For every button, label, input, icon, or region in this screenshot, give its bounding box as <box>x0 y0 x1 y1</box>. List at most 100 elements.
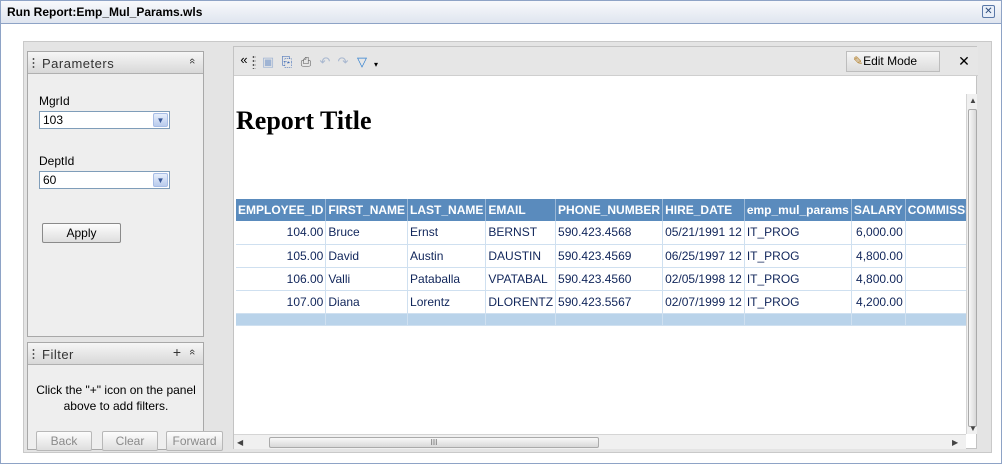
table-cell: VPATABAL <box>485 267 557 291</box>
table-cell: 590.423.4569 <box>555 244 664 268</box>
table-cell <box>905 267 967 291</box>
filter-icon[interactable]: ▽ <box>354 54 370 70</box>
table-cell: 02/07/1999 12 <box>662 290 745 314</box>
table-row: 104.00 Bruce Ernst BERNST 590.423.4568 0… <box>236 221 967 245</box>
collapse-panel-icon[interactable]: « <box>236 52 252 68</box>
table-row: 107.00 Diana Lorentz DLORENTZ 590.423.55… <box>236 290 967 314</box>
parameters-panel-title: Parameters <box>42 56 115 71</box>
table-cell: David <box>325 244 409 268</box>
edit-mode-label: Edit Mode <box>863 54 918 68</box>
table-header-row: EMPLOYEE_ID FIRST_NAME LAST_NAME EMAIL P… <box>236 199 967 221</box>
filter-panel: Filter + « Click the "+" icon on the pan… <box>27 342 223 451</box>
report-area: « ▣ ⎘ ⎙ ↶ ↷ ▽ ▾ ✎Edit Mode ✕ Report Titl… <box>233 46 978 449</box>
filter-hint: Click the "+" icon on the panel above to… <box>36 383 196 413</box>
window-titlebar: Run Report:Emp_Mul_Params.wls ✕ <box>0 0 1002 24</box>
filter-panel-title: Filter <box>42 347 74 362</box>
column-header[interactable]: LAST_NAME <box>407 199 487 221</box>
column-header[interactable]: EMAIL <box>485 199 557 221</box>
table-row: 105.00 David Austin DAUSTIN 590.423.4569… <box>236 244 967 268</box>
table-cell: IT_PROG <box>744 244 852 268</box>
table-cell: 107.00 <box>236 290 327 314</box>
export-icon[interactable]: ⎘ <box>279 54 295 70</box>
table-cell: 590.423.4568 <box>555 221 664 245</box>
table-cell: BERNST <box>485 221 557 245</box>
table-cell: Lorentz <box>407 290 487 314</box>
table-cell: Pataballa <box>407 267 487 291</box>
edit-mode-button[interactable]: ✎Edit Mode <box>846 51 940 72</box>
scroll-up-icon[interactable]: ▲ <box>969 96 977 105</box>
scroll-left-icon[interactable]: ◀ <box>237 438 243 447</box>
undo-icon[interactable]: ↶ <box>317 54 333 70</box>
table-cell <box>905 244 967 268</box>
column-header[interactable]: SALARY <box>851 199 906 221</box>
mgrid-value: 103 <box>43 113 64 127</box>
report-toolbar: « ▣ ⎘ ⎙ ↶ ↷ ▽ ▾ ✎Edit Mode ✕ <box>234 47 978 76</box>
column-header[interactable]: PHONE_NUMBER <box>555 199 664 221</box>
column-header[interactable]: emp_mul_params <box>744 199 852 221</box>
summary-row <box>236 313 967 326</box>
column-header[interactable]: COMMISSION <box>905 199 967 221</box>
table-cell: 106.00 <box>236 267 327 291</box>
table-cell: IT_PROG <box>744 221 852 245</box>
table-cell: Ernst <box>407 221 487 245</box>
chevron-down-icon[interactable]: ▼ <box>153 173 168 187</box>
table-cell: 590.423.5567 <box>555 290 664 314</box>
deptid-select[interactable]: 60 ▼ <box>39 171 170 189</box>
scroll-right-icon[interactable]: ▶ <box>952 438 958 447</box>
column-header[interactable]: EMPLOYEE_ID <box>236 199 327 221</box>
clear-button[interactable]: Clear <box>102 431 158 451</box>
deptid-value: 60 <box>43 173 57 187</box>
parameters-panel-header: Parameters « <box>28 52 203 74</box>
drag-grip-icon[interactable] <box>32 348 35 360</box>
vertical-scrollbar[interactable]: ▲ ▼ <box>966 94 977 434</box>
drag-grip-icon[interactable] <box>32 57 35 69</box>
print-icon[interactable]: ⎙ <box>298 54 314 70</box>
save-icon[interactable]: ▣ <box>260 54 276 70</box>
add-filter-icon[interactable]: + <box>173 344 181 360</box>
scroll-down-icon[interactable]: ▼ <box>969 424 977 433</box>
redo-icon[interactable]: ↷ <box>335 54 351 70</box>
vertical-scroll-thumb[interactable] <box>968 109 977 427</box>
deptid-label: DeptId <box>39 154 75 168</box>
back-button[interactable]: Back <box>36 431 92 451</box>
table-cell: 105.00 <box>236 244 327 268</box>
table-cell: Austin <box>407 244 487 268</box>
parameters-panel: Parameters « MgrId 103 ▼ DeptId 60 ▼ App… <box>27 51 204 337</box>
horizontal-scroll-thumb[interactable]: III <box>269 437 599 448</box>
table-cell: Diana <box>325 290 409 314</box>
table-cell <box>905 221 967 245</box>
table-cell: DLORENTZ <box>485 290 557 314</box>
horizontal-scrollbar[interactable]: ◀ III ▶ <box>234 434 966 449</box>
pencil-icon: ✎ <box>853 54 864 68</box>
apply-button[interactable]: Apply <box>42 223 121 243</box>
toolbar-grip-icon <box>252 55 256 69</box>
close-report-icon[interactable]: ✕ <box>952 50 976 72</box>
mgrid-select[interactable]: 103 ▼ <box>39 111 170 129</box>
table-cell: 02/05/1998 12 <box>662 267 745 291</box>
filter-dropdown-icon[interactable]: ▾ <box>371 57 381 73</box>
column-header[interactable]: FIRST_NAME <box>325 199 409 221</box>
table-cell: 6,000.00 <box>851 221 906 245</box>
table-cell: DAUSTIN <box>485 244 557 268</box>
collapse-icon[interactable]: « <box>186 58 198 64</box>
table-cell: 05/21/1991 12 <box>662 221 745 245</box>
table-row: 106.00 Valli Pataballa VPATABAL 590.423.… <box>236 267 967 291</box>
table-cell: 590.423.4560 <box>555 267 664 291</box>
window-frame: Parameters « MgrId 103 ▼ DeptId 60 ▼ App… <box>0 24 1002 464</box>
chevron-down-icon[interactable]: ▼ <box>153 113 168 127</box>
collapse-icon[interactable]: « <box>186 349 198 355</box>
mgrid-label: MgrId <box>39 94 70 108</box>
table-cell: IT_PROG <box>744 267 852 291</box>
window-close-icon[interactable]: ✕ <box>982 5 995 18</box>
filter-panel-header: Filter + « <box>28 343 203 365</box>
report-viewer: Parameters « MgrId 103 ▼ DeptId 60 ▼ App… <box>23 41 992 453</box>
report-table: EMPLOYEE_ID FIRST_NAME LAST_NAME EMAIL P… <box>236 199 967 326</box>
table-cell: 4,800.00 <box>851 267 906 291</box>
table-cell <box>905 290 967 314</box>
window-title: Run Report:Emp_Mul_Params.wls <box>7 5 203 19</box>
table-cell: Bruce <box>325 221 409 245</box>
column-header[interactable]: HIRE_DATE <box>662 199 745 221</box>
table-cell: 4,200.00 <box>851 290 906 314</box>
table-cell: 4,800.00 <box>851 244 906 268</box>
forward-button[interactable]: Forward <box>166 431 223 451</box>
